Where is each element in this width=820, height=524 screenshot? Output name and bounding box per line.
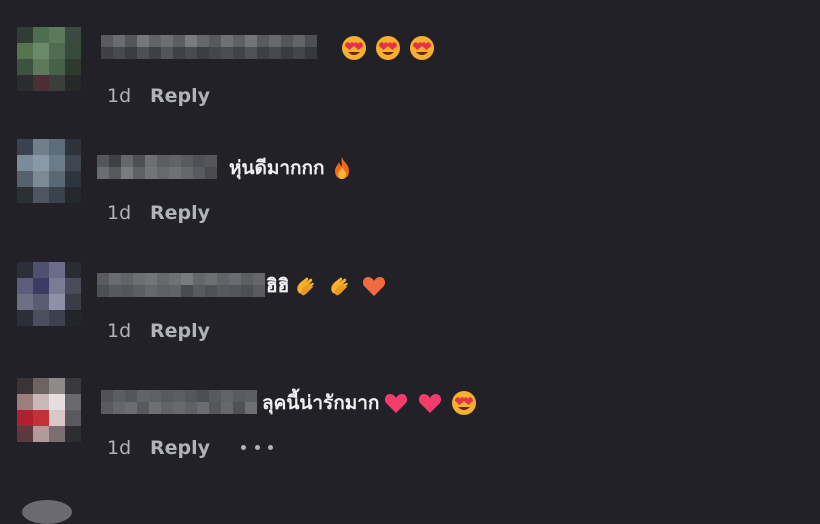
timestamp[interactable]: 1d bbox=[107, 201, 150, 225]
emoji-row bbox=[293, 273, 395, 299]
pink-heart-emoji-icon bbox=[418, 394, 442, 413]
comment-text: ลุคนี้น่ารักมาก bbox=[262, 392, 380, 414]
more-dot bbox=[241, 444, 246, 450]
avatar[interactable] bbox=[17, 262, 81, 326]
comment-meta: 1d Reply bbox=[107, 319, 210, 343]
clapping-hands-emoji-icon bbox=[331, 277, 348, 296]
pink-heart-emoji-icon bbox=[384, 394, 408, 413]
fire-emoji-icon bbox=[335, 157, 349, 179]
comment-text: หุ่นดีมากกก bbox=[229, 157, 325, 179]
heart-eyes-emoji-icon bbox=[452, 391, 476, 415]
comment-meta: 1d Reply bbox=[107, 436, 210, 460]
blurred-author-name[interactable] bbox=[97, 273, 265, 297]
avatar[interactable] bbox=[17, 139, 81, 203]
comment-text: ฮิฮิ bbox=[266, 275, 290, 297]
more-options-icon[interactable] bbox=[241, 437, 273, 457]
more-dot bbox=[254, 444, 260, 450]
reply-button[interactable]: Reply bbox=[150, 202, 210, 224]
blurred-author-name[interactable] bbox=[101, 390, 257, 414]
emoji-row bbox=[383, 390, 485, 416]
timestamp[interactable]: 1d bbox=[107, 436, 150, 460]
comment-meta: 1d Reply bbox=[107, 201, 210, 225]
blurred-author-name[interactable] bbox=[97, 155, 217, 179]
reply-button[interactable]: Reply bbox=[150, 320, 210, 342]
comment-item: ลุคนี้น่ารักมาก 1d Reply bbox=[0, 0, 820, 459]
timestamp[interactable]: 1d bbox=[107, 319, 150, 343]
orange-heart-emoji-icon bbox=[362, 277, 386, 296]
reply-button[interactable]: Reply bbox=[150, 437, 210, 459]
emoji-row bbox=[329, 155, 363, 181]
clapping-hands-emoji-icon bbox=[297, 277, 314, 296]
more-dot bbox=[268, 444, 273, 450]
avatar[interactable] bbox=[17, 378, 81, 442]
avatar[interactable] bbox=[22, 500, 72, 524]
